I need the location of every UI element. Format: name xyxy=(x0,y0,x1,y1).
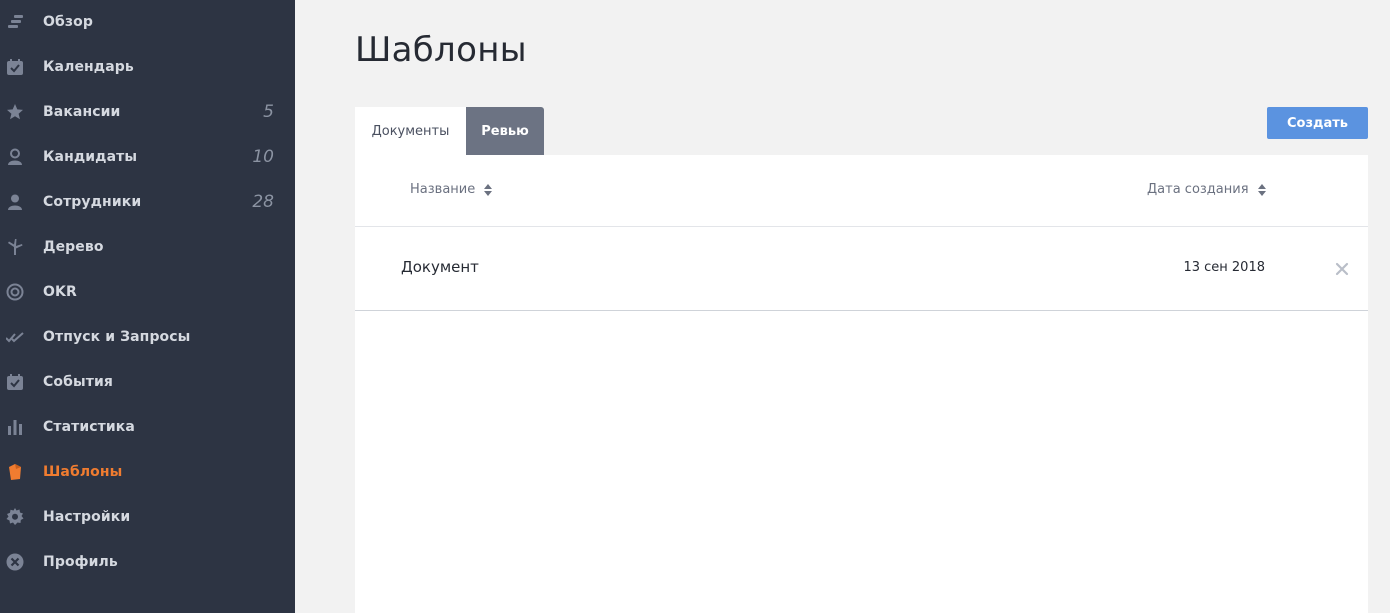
templates-table: Название Дата создания Документ 13 сен 2… xyxy=(355,155,1368,613)
calendar-icon xyxy=(6,58,24,76)
tree-icon xyxy=(6,238,24,256)
sidebar-item-label: Профиль xyxy=(43,553,118,570)
sidebar-item-label: События xyxy=(43,373,113,390)
sidebar-item-label: Настройки xyxy=(43,508,131,525)
event-calendar-icon xyxy=(6,373,24,391)
template-icon xyxy=(6,463,24,481)
tab-review[interactable]: Ревью xyxy=(466,107,544,155)
table-row[interactable]: Документ 13 сен 2018 xyxy=(355,227,1368,311)
sidebar-item-label: Кандидаты xyxy=(43,148,138,165)
page-title: Шаблоны xyxy=(355,30,527,70)
overview-icon xyxy=(6,13,24,31)
sort-icon xyxy=(1257,183,1266,196)
sidebar-item-events[interactable]: События xyxy=(0,359,295,404)
tab-documents[interactable]: Документы xyxy=(355,107,466,155)
sort-icon xyxy=(484,183,493,196)
sidebar-item-statistics[interactable]: Статистика xyxy=(0,404,295,449)
sidebar-item-employees[interactable]: Сотрудники 28 xyxy=(0,179,295,224)
sidebar-item-profile[interactable]: Профиль xyxy=(0,539,295,584)
profile-icon xyxy=(6,553,24,571)
column-header-name[interactable]: Название xyxy=(410,182,493,197)
candidates-count: 10 xyxy=(252,146,274,167)
gear-icon xyxy=(6,507,24,526)
sidebar-item-settings[interactable]: Настройки xyxy=(0,494,295,539)
person-icon xyxy=(6,148,24,166)
sidebar-item-candidates[interactable]: Кандидаты 10 xyxy=(0,134,295,179)
sidebar-item-vacancies[interactable]: Вакансии 5 xyxy=(0,89,295,134)
column-header-date[interactable]: Дата создания xyxy=(1147,182,1266,197)
sidebar: Обзор Календарь Вакансии 5 Кандидаты 10 … xyxy=(0,0,295,613)
sidebar-item-okr[interactable]: OKR xyxy=(0,269,295,314)
sidebar-item-label: Статистика xyxy=(43,418,135,435)
sidebar-item-tree[interactable]: Дерево xyxy=(0,224,295,269)
sidebar-item-label: Шаблоны xyxy=(43,463,123,480)
sidebar-item-label: Сотрудники xyxy=(43,193,142,210)
table-header: Название Дата создания xyxy=(355,155,1368,227)
sidebar-item-calendar[interactable]: Календарь xyxy=(0,44,295,89)
sidebar-item-overview[interactable]: Обзор xyxy=(0,0,295,44)
sidebar-item-label: Вакансии xyxy=(43,103,121,120)
create-button[interactable]: Создать xyxy=(1267,107,1368,139)
sidebar-item-label: Отпуск и Запросы xyxy=(43,328,191,345)
bar-chart-icon xyxy=(6,418,24,436)
close-icon[interactable] xyxy=(1335,262,1349,276)
sidebar-item-label: Обзор xyxy=(43,13,93,30)
sidebar-item-label: Календарь xyxy=(43,58,134,75)
document-name[interactable]: Документ xyxy=(401,258,479,276)
column-header-label: Дата создания xyxy=(1147,182,1249,197)
employees-count: 28 xyxy=(252,191,274,212)
vacancies-count: 5 xyxy=(263,101,274,122)
sidebar-item-templates[interactable]: Шаблоны xyxy=(0,449,295,494)
sidebar-item-label: Дерево xyxy=(43,238,104,255)
target-icon xyxy=(6,283,24,301)
double-check-icon xyxy=(6,328,24,346)
sidebar-item-label: OKR xyxy=(43,283,77,300)
people-icon xyxy=(6,193,24,211)
star-icon xyxy=(6,103,24,121)
column-header-label: Название xyxy=(410,182,476,197)
document-date: 13 сен 2018 xyxy=(1183,260,1265,275)
sidebar-item-leave-requests[interactable]: Отпуск и Запросы xyxy=(0,314,295,359)
